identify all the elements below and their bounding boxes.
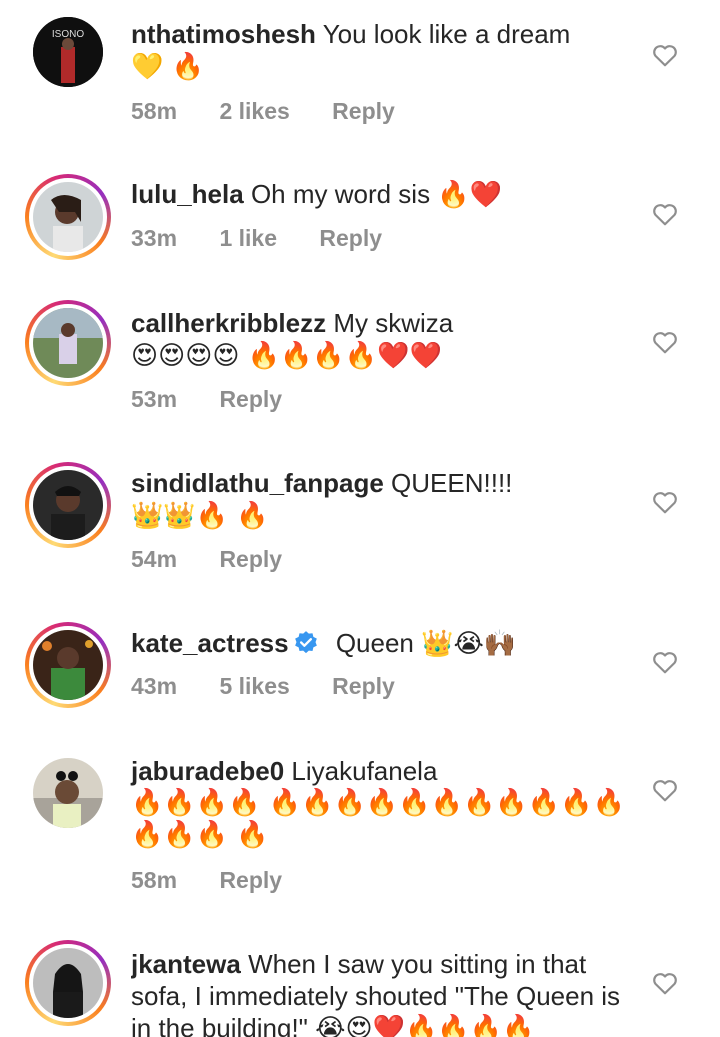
comment-body: Oh my word sis [250,179,431,209]
comment-time: 54m [131,546,178,572]
comment-text: lulu_hela Oh my word sis 🔥❤️ [131,178,631,211]
avatar[interactable] [25,940,111,1026]
avatar-image [33,948,103,1018]
heart-outline-icon[interactable] [652,778,678,802]
heart-outline-icon[interactable] [652,43,678,67]
avatar-image [33,470,103,540]
reply-button[interactable]: Reply [319,225,382,251]
comment-meta: 54m Reply [131,546,282,573]
comment-emoji: 😭😍❤️🔥🔥🔥🔥 [315,1014,535,1037]
avatar-image: ISONO [33,17,103,87]
comment-meta: 33m 1 like Reply [131,225,382,252]
heart-outline-icon[interactable] [652,202,678,226]
avatar-image [33,308,103,378]
comment-time: 43m [131,673,178,699]
comment-time: 58m [131,867,178,893]
comment-body: Liyakufanela [291,756,438,786]
reply-button[interactable]: Reply [219,546,282,572]
comment-emoji: 🔥🔥🔥🔥 🔥🔥🔥🔥🔥🔥🔥🔥🔥🔥🔥🔥🔥🔥 🔥 [131,788,625,850]
comment-text: kate_actress Queen 👑😭🙌🏾 [131,627,631,660]
comment-body: QUEEN!!!! [391,468,513,498]
comment-meta: 58m 2 likes Reply [131,98,395,125]
avatar[interactable]: ISONO [33,17,103,87]
comment-time: 33m [131,225,178,251]
avatar[interactable] [25,300,111,386]
reply-button[interactable]: Reply [332,673,395,699]
avatar-image [33,182,103,252]
comment-emoji: 👑😭🙌🏾 [421,629,517,659]
comment-emoji: 😍😍😍😍 🔥🔥🔥🔥❤️❤️ [131,341,442,371]
heart-outline-icon[interactable] [652,971,678,995]
comment-emoji: 🔥❤️ [437,180,503,210]
comment-meta: 53m Reply [131,386,282,413]
reply-button[interactable]: Reply [219,867,282,893]
comment-likes[interactable]: 5 likes [219,673,289,699]
comment-username[interactable]: jaburadebe0 [131,756,284,786]
comment-text: nthatimoshesh You look like a dream 💛 🔥 [131,18,631,83]
comment-emoji: 💛 🔥 [131,52,205,82]
avatar-label: ISONO [52,29,84,40]
comment-likes[interactable]: 2 likes [219,98,289,124]
avatar[interactable] [33,758,103,828]
heart-outline-icon[interactable] [652,330,678,354]
avatar[interactable] [25,462,111,548]
avatar-image [33,758,103,828]
comment-text: jaburadebe0 Liyakufanela 🔥🔥🔥🔥 🔥🔥🔥🔥🔥🔥🔥🔥🔥🔥… [131,755,631,851]
comment-meta: 43m 5 likes Reply [131,673,395,700]
heart-outline-icon[interactable] [652,490,678,514]
comment-emoji: 👑👑🔥 🔥 [131,501,269,531]
comment-username[interactable]: jkantewa [131,949,241,979]
comment-body: You look like a dream [322,19,571,49]
avatar[interactable] [25,622,111,708]
comment-username[interactable]: sindidlathu_fanpage [131,468,384,498]
verified-badge-icon [294,631,317,654]
reply-button[interactable]: Reply [332,98,395,124]
comment-time: 58m [131,98,178,124]
avatar-image [33,630,103,700]
comment-body: My skwiza [333,308,454,338]
comment-body: Queen [335,628,414,658]
comment-text: callherkribblezz My skwiza 😍😍😍😍 🔥🔥🔥🔥❤️❤️ [131,307,631,372]
comment-meta: 58m Reply [131,867,282,894]
comment-text: jkantewa When I saw you sitting in that … [131,948,631,1037]
comment-username[interactable]: callherkribblezz [131,308,326,338]
comment-likes[interactable]: 1 like [219,225,277,251]
reply-button[interactable]: Reply [219,386,282,412]
comment-username[interactable]: nthatimoshesh [131,19,316,49]
comment-time: 53m [131,386,178,412]
comment-username[interactable]: lulu_hela [131,179,244,209]
comment-username[interactable]: kate_actress [131,628,289,658]
heart-outline-icon[interactable] [652,650,678,674]
avatar[interactable] [25,174,111,260]
comment-text: sindidlathu_fanpage QUEEN!!!! 👑👑🔥 🔥 [131,467,631,532]
